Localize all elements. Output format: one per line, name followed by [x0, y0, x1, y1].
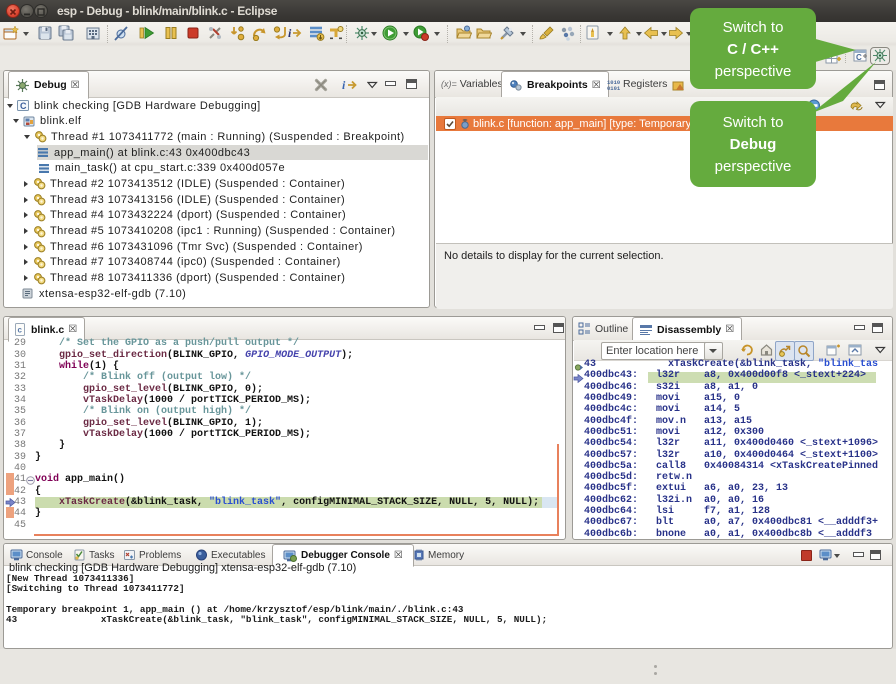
- svg-text:c: c: [18, 326, 23, 335]
